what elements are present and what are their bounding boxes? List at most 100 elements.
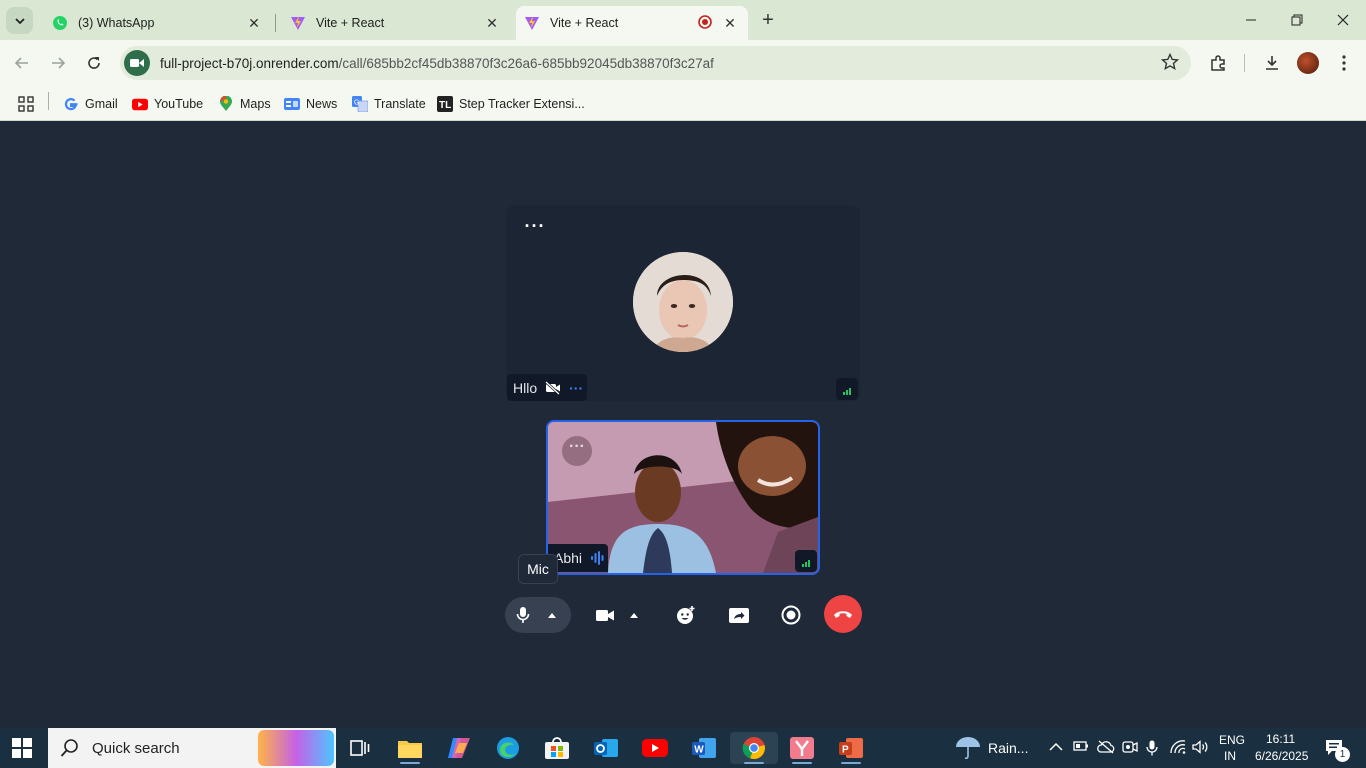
remote-participant-options-icon[interactable]: ··· bbox=[569, 381, 583, 395]
battery-icon[interactable] bbox=[1073, 740, 1089, 755]
chrome-app[interactable] bbox=[730, 732, 778, 764]
mic-options-button[interactable] bbox=[537, 597, 567, 633]
word-icon: W bbox=[692, 738, 716, 758]
bookmark-maps[interactable]: Maps bbox=[218, 92, 271, 116]
browser-toolbar: full-project-b70j.onrender.com/call/685b… bbox=[0, 40, 1366, 86]
pinned-app-pink[interactable] bbox=[785, 732, 819, 764]
restore-button[interactable] bbox=[1274, 0, 1320, 40]
youtube-icon bbox=[132, 96, 148, 112]
screen-share-button[interactable] bbox=[721, 597, 757, 633]
remote-tile-menu-icon[interactable]: ··· bbox=[520, 217, 550, 241]
cloud-offline-icon[interactable] bbox=[1097, 740, 1115, 757]
bookmark-label: Maps bbox=[240, 97, 271, 111]
address-bar[interactable]: full-project-b70j.onrender.com/call/685b… bbox=[120, 46, 1191, 80]
close-window-button[interactable] bbox=[1320, 0, 1366, 40]
end-call-button[interactable] bbox=[824, 595, 862, 633]
task-view-button[interactable] bbox=[343, 732, 377, 764]
bookmark-translate[interactable]: G Translate bbox=[352, 92, 426, 116]
reload-icon bbox=[88, 57, 100, 69]
camera-options-button[interactable] bbox=[619, 597, 649, 633]
bookmark-star-icon[interactable] bbox=[1160, 52, 1180, 76]
local-participant-tile[interactable]: ··· Abhi bbox=[546, 420, 820, 575]
youtube-app[interactable] bbox=[638, 732, 672, 764]
phone-hangup-icon bbox=[834, 611, 852, 618]
reactions-button[interactable] bbox=[668, 597, 704, 633]
app-running-indicator bbox=[792, 762, 812, 764]
task-view-icon bbox=[350, 740, 370, 756]
mic-toggle-button[interactable] bbox=[505, 597, 541, 633]
start-button[interactable] bbox=[12, 738, 32, 763]
remote-signal-strength-icon bbox=[836, 378, 858, 400]
tab-title: (3) WhatsApp bbox=[78, 16, 155, 30]
remote-name-chip: Hllo ··· bbox=[507, 374, 587, 401]
microphone-in-use-icon[interactable] bbox=[1146, 740, 1158, 759]
tab-title: Vite + React bbox=[316, 16, 385, 30]
volume-icon[interactable] bbox=[1192, 740, 1210, 757]
close-icon bbox=[1337, 14, 1349, 26]
profile-avatar[interactable] bbox=[1297, 52, 1319, 74]
extensions-icon[interactable] bbox=[1204, 49, 1232, 77]
bookmark-gmail[interactable]: Gmail bbox=[63, 92, 118, 116]
bookmark-news[interactable]: News bbox=[284, 92, 337, 116]
back-button[interactable] bbox=[8, 49, 36, 77]
camera-in-use-icon[interactable] bbox=[1122, 740, 1138, 757]
reload-button[interactable] bbox=[80, 49, 108, 77]
svg-text:P: P bbox=[842, 745, 849, 756]
bookmark-label: YouTube bbox=[154, 97, 204, 111]
news-icon bbox=[284, 96, 300, 112]
copilot-app[interactable] bbox=[442, 732, 476, 764]
edge-browser-app[interactable] bbox=[491, 732, 525, 764]
apps-grid-button[interactable] bbox=[18, 92, 34, 116]
word-app[interactable]: W bbox=[687, 732, 721, 764]
recording-indicator-icon bbox=[698, 14, 712, 32]
bookmark-label: Translate bbox=[374, 97, 426, 111]
bookmark-youtube[interactable]: YouTube bbox=[132, 92, 203, 116]
tab-vite-react[interactable]: Vite + React ✕ bbox=[276, 6, 510, 40]
record-button[interactable] bbox=[773, 597, 809, 633]
file-explorer-app[interactable] bbox=[393, 732, 427, 764]
site-info-icon[interactable] bbox=[124, 50, 150, 76]
downloads-icon[interactable] bbox=[1258, 49, 1286, 77]
video-camera-icon bbox=[596, 609, 614, 621]
remote-participant-avatar bbox=[633, 252, 733, 352]
weather-widget[interactable] bbox=[955, 736, 981, 765]
bookmarks-bar: Gmail YouTube Maps News G Translate TL S… bbox=[0, 86, 1366, 121]
avatar-portrait-image bbox=[633, 252, 733, 352]
bookmark-label: Step Tracker Extensi... bbox=[459, 97, 585, 111]
toolbar-divider bbox=[1244, 54, 1245, 72]
remote-participant-name: Hllo bbox=[513, 379, 538, 396]
tab-search-button[interactable] bbox=[6, 7, 33, 34]
minimize-button[interactable] bbox=[1228, 0, 1274, 40]
url-text: full-project-b70j.onrender.com/call/685b… bbox=[160, 56, 714, 71]
tab-strip: (3) WhatsApp ✕ Vite + React ✕ Vite + Rea… bbox=[0, 0, 1366, 40]
powerpoint-app[interactable]: P bbox=[834, 732, 868, 764]
weather-text: Rain... bbox=[988, 740, 1029, 756]
close-tab-icon[interactable]: ✕ bbox=[482, 13, 502, 33]
show-hidden-icons-chevron-icon[interactable] bbox=[1049, 740, 1063, 755]
outlook-icon bbox=[594, 739, 618, 757]
microphone-icon bbox=[516, 607, 530, 623]
wifi-icon[interactable] bbox=[1169, 740, 1187, 757]
svg-text:TL: TL bbox=[439, 100, 451, 111]
microsoft-store-app[interactable] bbox=[540, 732, 574, 764]
language-code[interactable]: ENG bbox=[1219, 733, 1245, 747]
google-icon bbox=[63, 96, 79, 112]
camera-toggle-button[interactable] bbox=[587, 597, 623, 633]
tab-vite-react-active[interactable]: Vite + React ✕ bbox=[516, 6, 748, 40]
outlook-app[interactable] bbox=[589, 732, 623, 764]
taskbar-search-box[interactable]: Quick search bbox=[48, 728, 336, 768]
close-tab-icon[interactable]: ✕ bbox=[244, 13, 264, 33]
vite-icon bbox=[290, 15, 306, 31]
clock-time[interactable]: 16:11 bbox=[1266, 732, 1295, 746]
forward-button[interactable] bbox=[44, 49, 72, 77]
menu-kebab-icon[interactable] bbox=[1330, 49, 1358, 77]
local-signal-strength-icon bbox=[795, 550, 817, 572]
new-tab-button[interactable]: + bbox=[756, 8, 780, 32]
bookmark-step-tracker[interactable]: TL Step Tracker Extensi... bbox=[437, 92, 585, 116]
bookmark-label: Gmail bbox=[85, 97, 118, 111]
local-tile-menu-icon[interactable]: ··· bbox=[562, 436, 592, 466]
tab-whatsapp[interactable]: (3) WhatsApp ✕ bbox=[38, 6, 272, 40]
powerpoint-icon: P bbox=[839, 738, 863, 758]
close-tab-icon[interactable]: ✕ bbox=[720, 13, 740, 33]
copilot-icon bbox=[448, 738, 470, 758]
